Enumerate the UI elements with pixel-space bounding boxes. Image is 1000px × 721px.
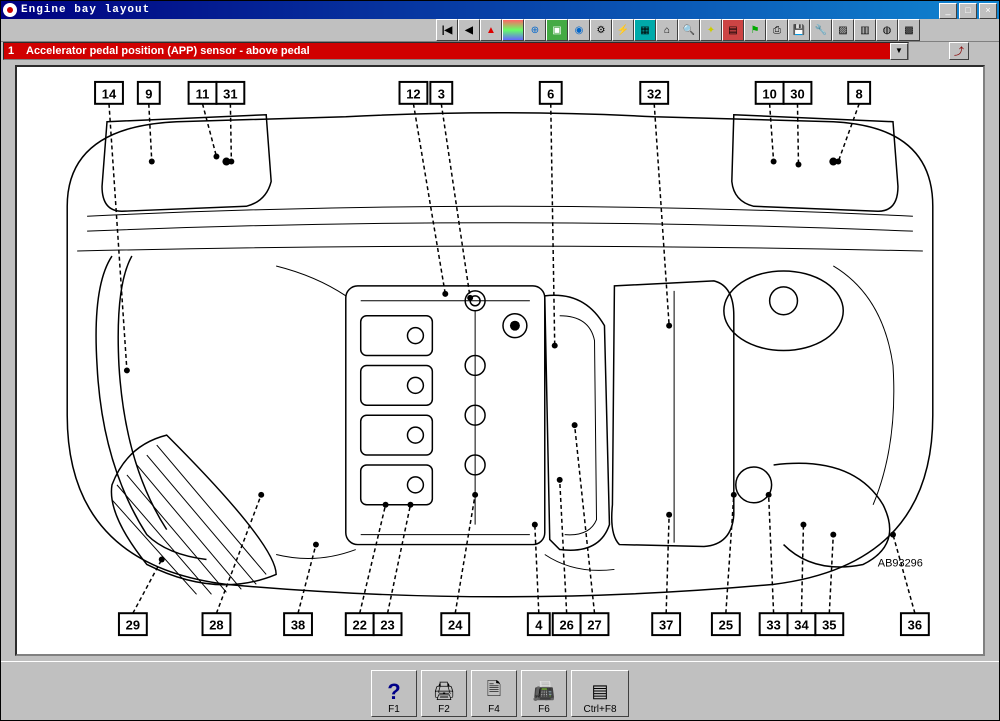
callout-label: 23 [380, 618, 394, 633]
callout-label: 29 [126, 618, 140, 633]
close-button[interactable]: × [979, 3, 997, 19]
leader-line [455, 495, 475, 613]
leader-line [203, 104, 217, 157]
help-icon: ? [380, 680, 408, 704]
leader-line [770, 104, 774, 162]
engine-bay-diagram: AB93296 149113112363210308 2928382223244… [17, 67, 983, 654]
gauge-icon[interactable]: ◉ [568, 19, 590, 41]
ctrl-f8-list-button[interactable]: ▤ Ctrl+F8 [571, 670, 629, 717]
window-controls: _ □ × [939, 3, 997, 19]
callout-label: 11 [196, 86, 210, 101]
callout-label: 27 [587, 618, 601, 633]
leader-line [133, 559, 162, 613]
component-name: Accelerator pedal position (APP) sensor … [26, 45, 310, 57]
callout-label: 6 [547, 86, 554, 101]
leader-line [654, 104, 669, 326]
print-icon[interactable]: ⎙ [766, 19, 788, 41]
callout-label: 3 [438, 86, 445, 101]
component-selector-bar[interactable]: 1 Accelerator pedal position (APP) senso… [3, 42, 909, 60]
f4-doc-button[interactable]: 🗎 F4 [471, 670, 517, 717]
printer-icon: 🖨 [430, 680, 458, 704]
engine-icon[interactable]: ⚙ [590, 19, 612, 41]
leader-line [893, 535, 915, 614]
app-window: Engine bay layout _ □ × |◀ ◀ ▲ ⊕ ▣ ◉ ⚙ ⚡… [0, 0, 1000, 721]
diag-icon[interactable]: ▦ [634, 19, 656, 41]
callout-label: 37 [659, 618, 673, 633]
leader-line [388, 505, 411, 613]
chip-icon[interactable]: ▩ [898, 19, 920, 41]
encyc-icon[interactable]: ▥ [854, 19, 876, 41]
diagram-viewport: AB93296 149113112363210308 2928382223244… [15, 65, 985, 656]
leader-line [801, 525, 803, 614]
callout-label: 9 [145, 86, 152, 101]
document-icon: 🗎 [480, 680, 508, 704]
title-bar: Engine bay layout _ □ × [1, 1, 999, 19]
list-icon: ▤ [586, 680, 614, 704]
dropdown-arrow-icon[interactable]: ▼ [890, 43, 908, 60]
callout-label: 34 [794, 618, 809, 633]
callout-label: 10 [762, 86, 776, 101]
leader-line [726, 495, 734, 613]
callout-label: 12 [406, 86, 420, 101]
home-icon[interactable]: ⌂ [656, 19, 678, 41]
prev-button[interactable]: ◀ [458, 19, 480, 41]
callout-label: 8 [856, 86, 863, 101]
callout-label: 22 [353, 618, 367, 633]
callout-label: 33 [766, 618, 780, 633]
leader-line [797, 104, 798, 165]
callout-label: 31 [223, 86, 237, 101]
warning-icon[interactable]: ▲ [480, 19, 502, 41]
leader-line [441, 104, 470, 298]
disk-icon[interactable]: 💾 [788, 19, 810, 41]
search-icon[interactable]: 🔍 [678, 19, 700, 41]
leader-line [575, 425, 595, 613]
leader-line [360, 505, 386, 613]
leader-line [551, 104, 555, 346]
leader-line [838, 104, 859, 162]
leader-line [413, 104, 445, 294]
stack-icon[interactable] [502, 19, 524, 41]
seek-start-button[interactable]: |◀ [436, 19, 458, 41]
callout-label: 25 [719, 618, 733, 633]
book-icon[interactable]: ▤ [722, 19, 744, 41]
callout-label: 30 [790, 86, 804, 101]
function-key-bar: ? F1 🖨 F2 🗎 F4 📠 F6 ▤ Ctrl+F8 [1, 661, 999, 720]
callout-label: 38 [291, 618, 305, 633]
callout-label: 26 [559, 618, 573, 633]
leader-line [149, 104, 152, 162]
leader-line [560, 480, 567, 613]
window-title: Engine bay layout [21, 4, 150, 16]
leader-line [298, 545, 316, 614]
exit-button[interactable]: ⤴ [949, 42, 969, 60]
paint-icon[interactable]: ▨ [832, 19, 854, 41]
f2-print-button[interactable]: 🖨 F2 [421, 670, 467, 717]
fax-icon: 📠 [530, 680, 558, 704]
leader-line [769, 495, 774, 613]
bulb-icon[interactable]: ✦ [700, 19, 722, 41]
leader-line [829, 535, 833, 614]
toolbar: |◀ ◀ ▲ ⊕ ▣ ◉ ⚙ ⚡ ▦ ⌂ 🔍 ✦ ▤ ⚑ ⎙ 💾 🔧 ▨ ▥ ◍… [1, 19, 999, 42]
callout-label: 4 [535, 618, 543, 633]
callout-label: 24 [448, 618, 463, 633]
leader-line [666, 515, 669, 613]
minimize-button[interactable]: _ [939, 3, 957, 19]
app-icon [3, 3, 17, 17]
callout-label: 28 [209, 618, 223, 633]
callout-label: 35 [822, 618, 836, 633]
leader-line [230, 104, 231, 162]
wrench-icon[interactable]: 🔧 [810, 19, 832, 41]
globe-icon[interactable]: ⊕ [524, 19, 546, 41]
callout-label: 36 [908, 618, 922, 633]
f6-fax-button[interactable]: 📠 F6 [521, 670, 567, 717]
flag-icon[interactable]: ⚑ [744, 19, 766, 41]
elec-icon[interactable]: ⚡ [612, 19, 634, 41]
callout-label: 32 [647, 86, 661, 101]
leader-line [535, 525, 539, 614]
component-number: 1 [8, 45, 26, 57]
maximize-button[interactable]: □ [959, 3, 977, 19]
car-icon[interactable]: ▣ [546, 19, 568, 41]
f1-help-button[interactable]: ? F1 [371, 670, 417, 717]
callout-label: 14 [102, 86, 117, 101]
cyl-icon[interactable]: ◍ [876, 19, 898, 41]
